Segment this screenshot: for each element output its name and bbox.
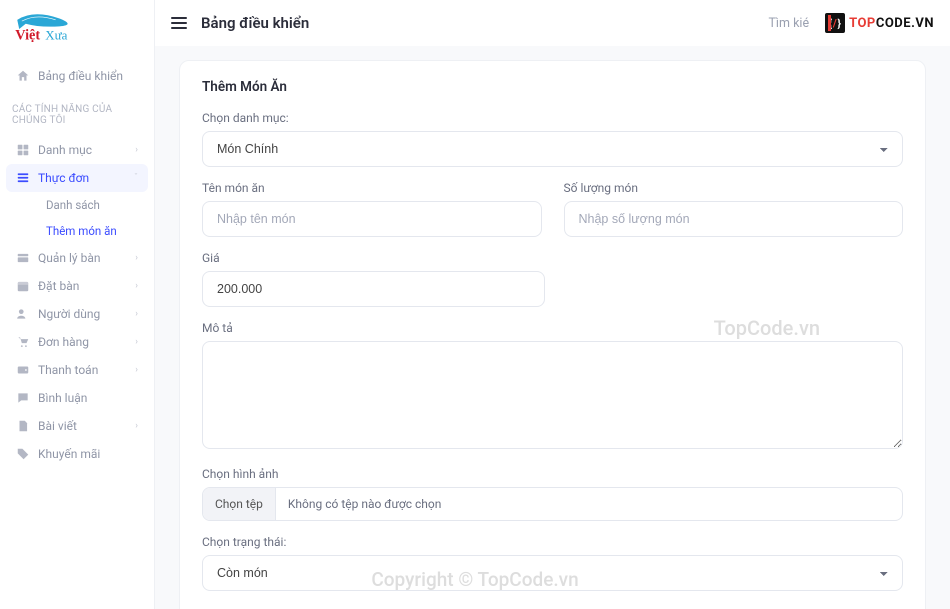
file-input[interactable]: Chọn tệp Không có tệp nào được chọn: [202, 487, 903, 521]
nav-label: Danh mục: [38, 143, 92, 157]
field-name: Tên món ăn: [202, 181, 542, 237]
price-label: Giá: [202, 251, 545, 265]
field-category: Chọn danh mục: Món Chính: [202, 111, 903, 167]
nav-reservation[interactable]: Đặt bàn ›: [6, 272, 148, 300]
image-label: Chọn hình ảnh: [202, 467, 903, 481]
qty-label: Số lượng món: [564, 181, 904, 195]
topbar: Bảng điều khiển Tìm kié {/} TOPCODE.VN: [155, 0, 950, 46]
nav-menu-list[interactable]: Danh sách: [36, 192, 148, 218]
nav-label: Thanh toán: [38, 363, 98, 377]
chevron-right-icon: ›: [135, 281, 138, 291]
calendar-icon: [16, 279, 30, 293]
document-icon: [16, 419, 30, 433]
grid-icon: [16, 143, 30, 157]
users-icon: [16, 307, 30, 321]
category-select[interactable]: Món Chính: [202, 131, 903, 167]
nav-tables[interactable]: Quản lý bàn ›: [6, 244, 148, 272]
table-icon: [16, 251, 30, 265]
svg-text:Xưa: Xưa: [45, 27, 67, 42]
chevron-right-icon: ›: [135, 365, 138, 375]
desc-label: Mô tả: [202, 321, 903, 335]
file-empty-text: Không có tệp nào được chọn: [276, 488, 453, 520]
nav-menu-sublist: Danh sách Thêm món ăn: [6, 192, 148, 244]
desc-textarea[interactable]: [202, 341, 903, 449]
field-desc: Mô tả: [202, 321, 903, 453]
code-icon: {/}: [825, 13, 845, 33]
nav-dashboard[interactable]: Bảng điều khiển: [6, 62, 148, 90]
status-select[interactable]: Còn món: [202, 555, 903, 591]
tag-icon: [16, 447, 30, 461]
nav-menu[interactable]: Thực đơn ˇ: [6, 164, 148, 192]
home-icon: [16, 69, 30, 83]
cart-icon: [16, 335, 30, 349]
content-area: Thêm Món Ăn Chọn danh mục: Món Chính Tên…: [155, 46, 950, 609]
qty-input[interactable]: [564, 201, 904, 237]
chevron-right-icon: ›: [135, 309, 138, 319]
wallet-icon: [16, 363, 30, 377]
nav-label: Bình luận: [38, 391, 87, 405]
nav-label: Quản lý bàn: [38, 251, 100, 265]
page-title: Bảng điều khiển: [201, 14, 309, 32]
hamburger-toggle[interactable]: [171, 17, 187, 29]
category-label: Chọn danh mục:: [202, 111, 903, 125]
svg-text:Việt: Việt: [15, 27, 40, 42]
name-input[interactable]: [202, 201, 542, 237]
chevron-right-icon: ›: [135, 253, 138, 263]
price-input[interactable]: [202, 271, 545, 307]
name-label: Tên món ăn: [202, 181, 542, 195]
add-dish-card: Thêm Món Ăn Chọn danh mục: Món Chính Tên…: [179, 60, 926, 609]
nav-promo[interactable]: Khuyến mãi: [6, 440, 148, 468]
nav-menu-add[interactable]: Thêm món ăn: [36, 218, 148, 244]
nav-payments[interactable]: Thanh toán ›: [6, 356, 148, 384]
search-input[interactable]: Tìm kié: [768, 16, 811, 31]
field-image: Chọn hình ảnh Chọn tệp Không có tệp nào …: [202, 467, 903, 521]
nav-label: Thực đơn: [38, 171, 89, 185]
status-label: Chọn trạng thái:: [202, 535, 903, 549]
comment-icon: [16, 391, 30, 405]
nav-category[interactable]: Danh mục ›: [6, 136, 148, 164]
nav-label: Đơn hàng: [38, 335, 89, 349]
chevron-right-icon: ›: [135, 337, 138, 347]
topcode-badge: {/} TOPCODE.VN: [825, 13, 934, 33]
nav-users[interactable]: Người dùng ›: [6, 300, 148, 328]
nav-label: Khuyến mãi: [38, 447, 100, 461]
nav-comments[interactable]: Bình luận: [6, 384, 148, 412]
field-qty: Số lượng món: [564, 181, 904, 237]
nav-posts[interactable]: Bài viết ›: [6, 412, 148, 440]
nav-label: Người dùng: [38, 307, 100, 321]
main: Bảng điều khiển Tìm kié {/} TOPCODE.VN T…: [155, 0, 950, 609]
chevron-down-icon: ˇ: [134, 173, 138, 183]
nav-label: Bài viết: [38, 419, 77, 433]
card-title: Thêm Món Ăn: [202, 79, 903, 95]
nav-label: Đặt bàn: [38, 279, 79, 293]
nav-label: Bảng điều khiển: [38, 69, 123, 83]
brand-logo[interactable]: Việt Xưa: [0, 8, 154, 58]
chevron-right-icon: ›: [135, 421, 138, 431]
sidebar: Việt Xưa Bảng điều khiển CÁC TÍNH NĂNG C…: [0, 0, 155, 609]
nav-section-label: CÁC TÍNH NĂNG CỦA CHÚNG TÔI: [0, 94, 154, 132]
field-status: Chọn trạng thái: Còn món: [202, 535, 903, 591]
chevron-right-icon: ›: [135, 145, 138, 155]
field-price: Giá: [202, 251, 545, 307]
nav-orders[interactable]: Đơn hàng ›: [6, 328, 148, 356]
file-choose-button[interactable]: Chọn tệp: [203, 488, 276, 520]
menu-list-icon: [16, 171, 30, 185]
